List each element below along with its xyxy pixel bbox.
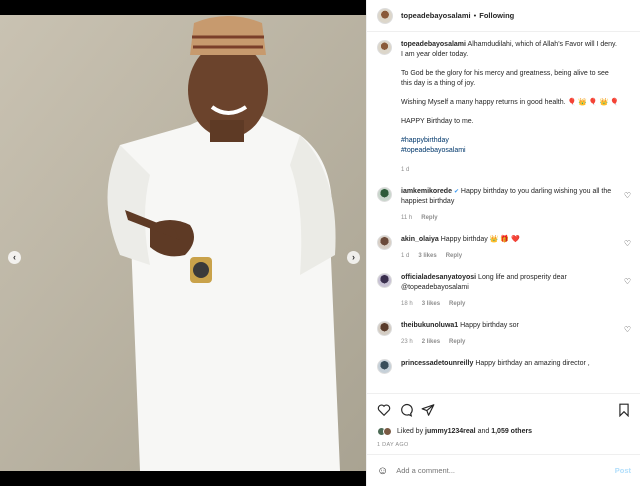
- comment-reply-button[interactable]: Reply: [446, 251, 462, 261]
- comment-text: Happy birthday sor: [460, 322, 519, 329]
- comment-icon[interactable]: [399, 403, 413, 417]
- next-photo-button[interactable]: ›: [347, 251, 360, 264]
- comment-avatar[interactable]: [377, 359, 392, 374]
- comment-like-heart-icon[interactable]: ♡: [624, 277, 631, 286]
- caption-line-3: Wishing Myself a many happy returns in g…: [401, 99, 619, 106]
- author-avatar[interactable]: [377, 7, 393, 24]
- hashtag-link[interactable]: #happybirthday: [401, 136, 619, 146]
- following-button[interactable]: Following: [479, 11, 514, 20]
- comment-item: princessadetounreilly Happy birthday an …: [377, 359, 631, 374]
- comment-avatar[interactable]: [377, 273, 392, 288]
- author-username[interactable]: topeadebayosalami: [401, 11, 471, 20]
- verified-badge-icon: ✔: [453, 189, 459, 195]
- comment-time: 18 h: [401, 301, 413, 307]
- previous-photo-button[interactable]: ‹: [8, 251, 21, 264]
- comment-username[interactable]: akin_olaiya: [401, 236, 439, 243]
- comment-reply-button[interactable]: Reply: [449, 337, 465, 347]
- liker-avatars: [377, 427, 392, 436]
- likes-prefix: Liked by: [397, 428, 424, 435]
- post-actions: Liked by jummy1234real and 1,059 others …: [367, 393, 640, 448]
- post-comment-button[interactable]: Post: [615, 466, 631, 475]
- comment-like-heart-icon[interactable]: ♡: [624, 239, 631, 248]
- comment-reply-button[interactable]: Reply: [449, 299, 465, 309]
- comment-likes[interactable]: 2 likes: [422, 337, 440, 347]
- post-modal: ‹ › topeadebayosalami • Following topead…: [0, 0, 640, 486]
- caption-line-4: HAPPY Birthday to me.: [401, 118, 474, 125]
- comment-time: 23 h: [401, 339, 413, 345]
- liker-username[interactable]: jummy1234real: [425, 428, 476, 435]
- post-header: topeadebayosalami • Following: [367, 0, 640, 32]
- comment-username[interactable]: theibukunoluwa1: [401, 322, 458, 329]
- comment-like-heart-icon[interactable]: ♡: [624, 191, 631, 200]
- hashtag-link[interactable]: #topeadebayosalami: [401, 146, 619, 156]
- comment-item: iamkemikorede ✔ Happy birthday to you da…: [377, 187, 631, 223]
- comment-like-heart-icon[interactable]: ♡: [624, 325, 631, 334]
- caption-avatar[interactable]: [377, 40, 392, 55]
- post-date: 1 DAY AGO: [377, 442, 409, 448]
- bookmark-icon[interactable]: [617, 403, 631, 417]
- header-separator: •: [473, 11, 477, 20]
- comment-item: theibukunoluwa1 Happy birthday sor 23 h 2…: [377, 321, 631, 347]
- post-caption: topeadebayosalami Alhamdudilahi, which o…: [377, 40, 631, 175]
- comment-likes[interactable]: 3 likes: [418, 251, 436, 261]
- share-icon[interactable]: [421, 403, 435, 417]
- comment-reply-button[interactable]: Reply: [421, 213, 437, 223]
- comment-avatar[interactable]: [377, 321, 392, 336]
- comment-avatar[interactable]: [377, 187, 392, 202]
- comment-text: Happy birthday an amazing director ,: [475, 360, 590, 367]
- likes-summary: Liked by jummy1234real and 1,059 others: [377, 427, 631, 436]
- comments-list[interactable]: topeadebayosalami Alhamdudilahi, which o…: [367, 33, 640, 391]
- comment-item: officialadesanyatoyosi Long life and pro…: [377, 273, 631, 309]
- like-heart-icon[interactable]: [377, 403, 391, 417]
- caption-username[interactable]: topeadebayosalami: [401, 41, 466, 48]
- portrait-image: [0, 15, 366, 471]
- comment-text: Happy birthday 👑 🎁 ❤️: [440, 236, 520, 243]
- emoji-icon[interactable]: ☺: [377, 465, 388, 477]
- caption-line-2: To God be the glory for his mercy and gr…: [401, 70, 609, 87]
- post-photo[interactable]: ‹ ›: [0, 15, 366, 471]
- comment-item: akin_olaiya Happy birthday 👑 🎁 ❤️ 1 d 3 l…: [377, 235, 631, 261]
- comments-panel: topeadebayosalami • Following topeadebay…: [366, 0, 640, 486]
- add-comment-bar: ☺ Post: [367, 454, 640, 486]
- comment-username[interactable]: iamkemikorede: [401, 188, 452, 195]
- comment-time: 11 h: [401, 215, 413, 221]
- comment-likes[interactable]: 3 likes: [422, 299, 440, 309]
- comment-username[interactable]: princessadetounreilly: [401, 360, 473, 367]
- likes-and: and: [477, 428, 490, 435]
- comment-avatar[interactable]: [377, 235, 392, 250]
- comment-time: 1 d: [401, 253, 410, 259]
- comment-username[interactable]: officialadesanyatoyosi: [401, 274, 476, 281]
- caption-timestamp: 1 d: [401, 167, 410, 173]
- likes-others-link[interactable]: 1,059 others: [491, 428, 532, 435]
- add-comment-input[interactable]: [396, 466, 615, 475]
